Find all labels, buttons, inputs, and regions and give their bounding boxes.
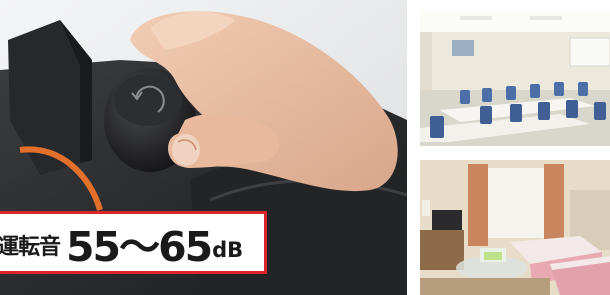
- noise-label-prefix: 運転音: [0, 234, 61, 260]
- meeting-room-photo: [420, 10, 610, 146]
- meeting-room-illustration: [420, 10, 610, 146]
- noise-level-unit: dB: [212, 237, 244, 262]
- hotel-room-illustration: [420, 160, 610, 295]
- noise-level-value: 55～65: [66, 222, 213, 271]
- operating-noise-label: 運転音 55～65 dB: [0, 211, 267, 274]
- hotel-room-photo: [420, 160, 610, 295]
- product-photo-knob: 運転音 55～65 dB: [0, 0, 407, 295]
